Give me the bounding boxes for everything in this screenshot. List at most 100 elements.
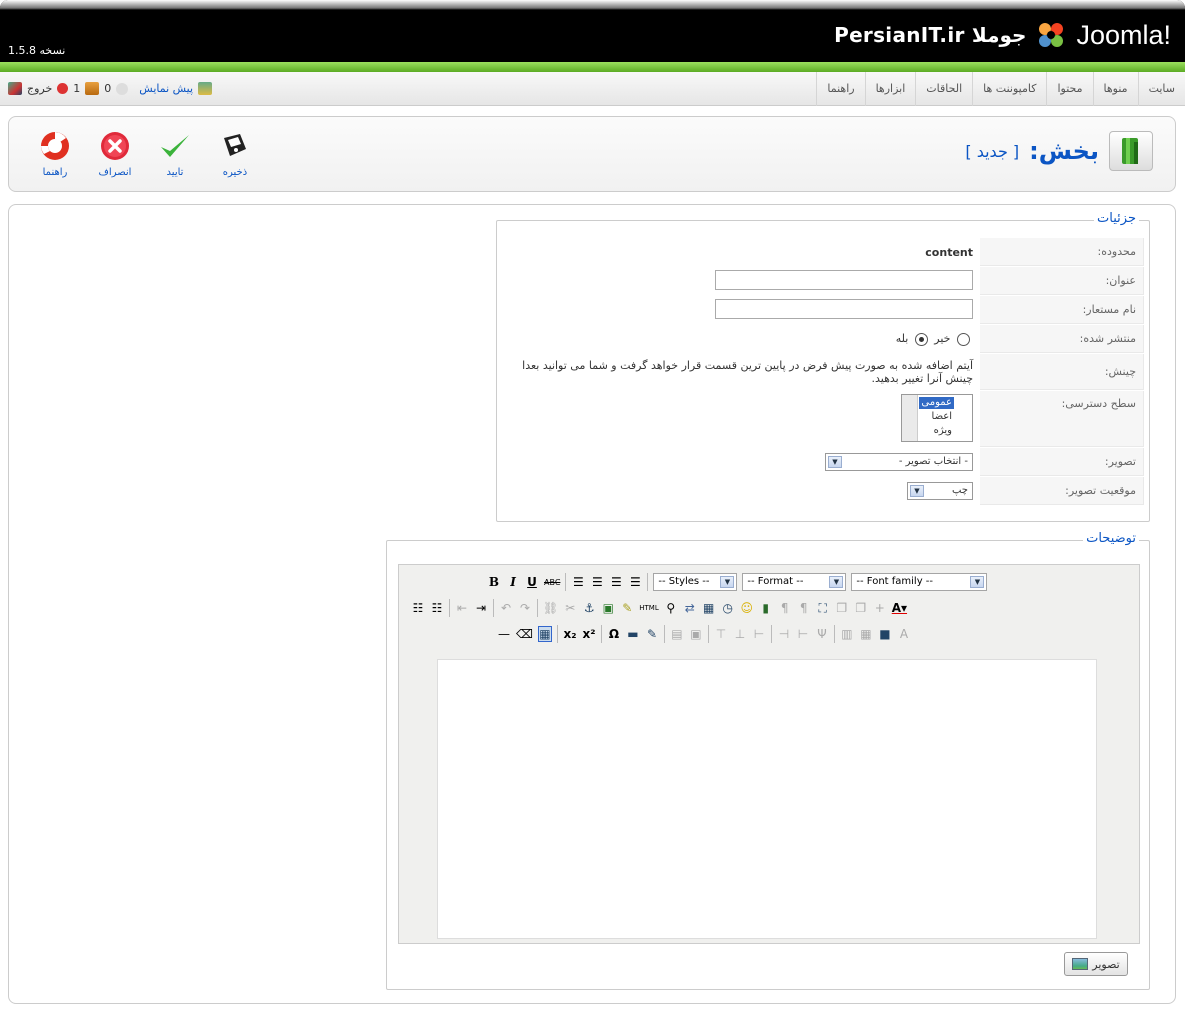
- table-icon[interactable]: ▦: [537, 626, 552, 642]
- subscript-icon[interactable]: x₂: [563, 627, 577, 641]
- numbered-list-icon[interactable]: ☷: [430, 601, 444, 615]
- insert-col-before-icon[interactable]: ⊣: [777, 627, 791, 641]
- align-center-icon[interactable]: ☰: [590, 575, 604, 589]
- cell-props-icon[interactable]: ▣: [689, 627, 703, 641]
- add-icon[interactable]: +: [873, 601, 887, 615]
- edit-icon[interactable]: ✎: [645, 627, 659, 641]
- rtl-icon[interactable]: ¶: [797, 601, 811, 615]
- split-cells-icon[interactable]: ▥: [840, 627, 854, 641]
- published-no-radio[interactable]: [957, 332, 970, 346]
- superscript-icon[interactable]: x²: [582, 627, 596, 641]
- bullet-list-icon[interactable]: ☷: [411, 601, 425, 615]
- menu-content[interactable]: محتوا: [1046, 72, 1092, 106]
- emoticon-icon[interactable]: ☺: [740, 601, 754, 615]
- ltr-icon[interactable]: ¶: [778, 601, 792, 615]
- link-icon[interactable]: ⛓: [543, 601, 558, 615]
- menu-extensions[interactable]: الحاقات: [915, 72, 972, 106]
- merge-cells-icon[interactable]: ▦: [859, 627, 873, 641]
- logout-icon[interactable]: [8, 82, 22, 95]
- italic-icon[interactable]: I: [506, 575, 520, 589]
- logout-link[interactable]: خروج: [27, 82, 52, 95]
- align-right-icon[interactable]: ☰: [609, 575, 623, 589]
- row-props-icon[interactable]: ▤: [670, 627, 684, 641]
- save-button[interactable]: ذخیره: [207, 129, 263, 187]
- access-option-public[interactable]: عمومی: [919, 396, 954, 409]
- underline-icon[interactable]: U: [525, 575, 539, 589]
- unlink-icon[interactable]: ✂: [563, 601, 577, 615]
- alias-row: نام مستعار:: [502, 296, 1144, 324]
- access-listbox[interactable]: عمومی اعضا ویژه: [901, 393, 973, 442]
- insert-date-icon[interactable]: ▦: [702, 601, 716, 615]
- align-justify-icon[interactable]: ☰: [628, 575, 642, 589]
- preview-link[interactable]: پیش نمایش: [139, 82, 193, 95]
- hr-line-icon[interactable]: ▬: [626, 627, 640, 641]
- indent-icon[interactable]: ⇥: [474, 601, 488, 615]
- insert-row-before-icon[interactable]: ⊤: [714, 627, 728, 641]
- chevron-down-icon: ▼: [828, 456, 842, 468]
- align-left-icon[interactable]: ☰: [571, 575, 585, 589]
- editor-content-area[interactable]: [437, 659, 1097, 939]
- toolbar-separator: [663, 625, 665, 643]
- published-yes-label: بله: [895, 332, 909, 346]
- alias-input[interactable]: [715, 298, 973, 319]
- outdent-icon[interactable]: ⇤: [455, 601, 469, 615]
- admin-header: نسخه 1.5.8 PersianIT.ir جوملا Joomla!: [0, 0, 1185, 62]
- title-input[interactable]: [715, 269, 973, 290]
- find-icon[interactable]: ⚲: [664, 601, 678, 615]
- order-text: آیتم اضافه شده به صورت پیش فرض در پایین …: [522, 359, 973, 385]
- published-yes-radio[interactable]: [914, 332, 928, 346]
- horizontal-rule-icon[interactable]: —: [497, 627, 511, 641]
- menu-site[interactable]: سایت: [1137, 72, 1185, 106]
- picture-icon: [1072, 958, 1089, 970]
- image-select[interactable]: - انتخاب تصویر - ▼: [825, 453, 973, 471]
- menu-help[interactable]: راهنما: [816, 72, 864, 106]
- image-position-select[interactable]: چپ ▼: [907, 482, 973, 500]
- copy-icon[interactable]: ❐: [835, 601, 849, 615]
- apply-button[interactable]: تایید: [147, 129, 203, 187]
- font-family-dropdown-label: -- Font family --: [856, 576, 934, 587]
- eraser-icon[interactable]: ⌫: [516, 627, 533, 641]
- delete-col-icon[interactable]: Ψ: [815, 627, 829, 641]
- editor-toolbar-row-3: — ⌫ ▦ x₂ x² Ω ▬ ✎ ▤ ▣ ⊤ ⊥ ⊢ ⊣ ⊢ Ψ ▥ ▦ ■ …: [497, 623, 911, 645]
- format-dropdown[interactable]: -- Format -- ▼: [742, 573, 847, 591]
- insert-image-button[interactable]: تصویر: [1064, 952, 1128, 976]
- strikethrough-icon[interactable]: ABC: [544, 578, 560, 587]
- menu-menus[interactable]: منوها: [1092, 72, 1138, 106]
- special-char-icon[interactable]: Ω: [607, 627, 621, 641]
- access-option-special[interactable]: ویژه: [932, 425, 954, 437]
- style-props-icon[interactable]: A: [897, 627, 911, 641]
- messages-count: 1: [73, 82, 81, 95]
- font-family-dropdown[interactable]: -- Font family -- ▼: [851, 573, 988, 591]
- replace-icon[interactable]: ⇄: [683, 601, 697, 615]
- html-icon[interactable]: HTML: [639, 604, 658, 612]
- toolbar-separator: [556, 625, 558, 643]
- insert-col-after-icon[interactable]: ⊢: [796, 627, 810, 641]
- menu-tools[interactable]: ابزارها: [864, 72, 916, 106]
- layer-icon[interactable]: ■: [878, 627, 892, 641]
- cancel-button[interactable]: انصراف: [87, 129, 143, 187]
- chevron-down-icon: ▼: [910, 485, 924, 497]
- help-button[interactable]: راهنما: [27, 129, 83, 187]
- fullscreen-icon[interactable]: ⛶: [816, 601, 830, 616]
- delete-row-icon[interactable]: ⊢: [752, 627, 766, 641]
- access-scrollbar[interactable]: [902, 394, 918, 441]
- insert-row-after-icon[interactable]: ⊥: [733, 627, 747, 641]
- redo-icon[interactable]: ↷: [518, 601, 532, 615]
- toolbar-separator: [537, 599, 538, 617]
- paste-icon[interactable]: ❐: [854, 601, 868, 615]
- styles-dropdown[interactable]: -- Styles -- ▼: [653, 573, 738, 591]
- text-color-icon[interactable]: A▾: [892, 601, 907, 615]
- menu-components[interactable]: کامپوننت ها: [972, 72, 1046, 106]
- toolbar-separator: [833, 625, 835, 643]
- insert-time-icon[interactable]: ◷: [721, 601, 735, 615]
- media-icon[interactable]: ▮: [759, 601, 773, 615]
- anchor-icon[interactable]: ⚓: [582, 601, 596, 615]
- preview-icon[interactable]: [198, 82, 213, 95]
- access-option-registered[interactable]: اعضا: [930, 411, 954, 423]
- image-label: تصویر:: [980, 448, 1144, 476]
- image-icon[interactable]: ▣: [601, 601, 615, 615]
- undo-icon[interactable]: ↶: [499, 601, 513, 615]
- bold-icon[interactable]: B: [487, 575, 501, 589]
- menu-bar: سایت منوها محتوا کامپوننت ها الحاقات ابز…: [0, 72, 1185, 106]
- cleanup-icon[interactable]: ✎: [620, 601, 634, 615]
